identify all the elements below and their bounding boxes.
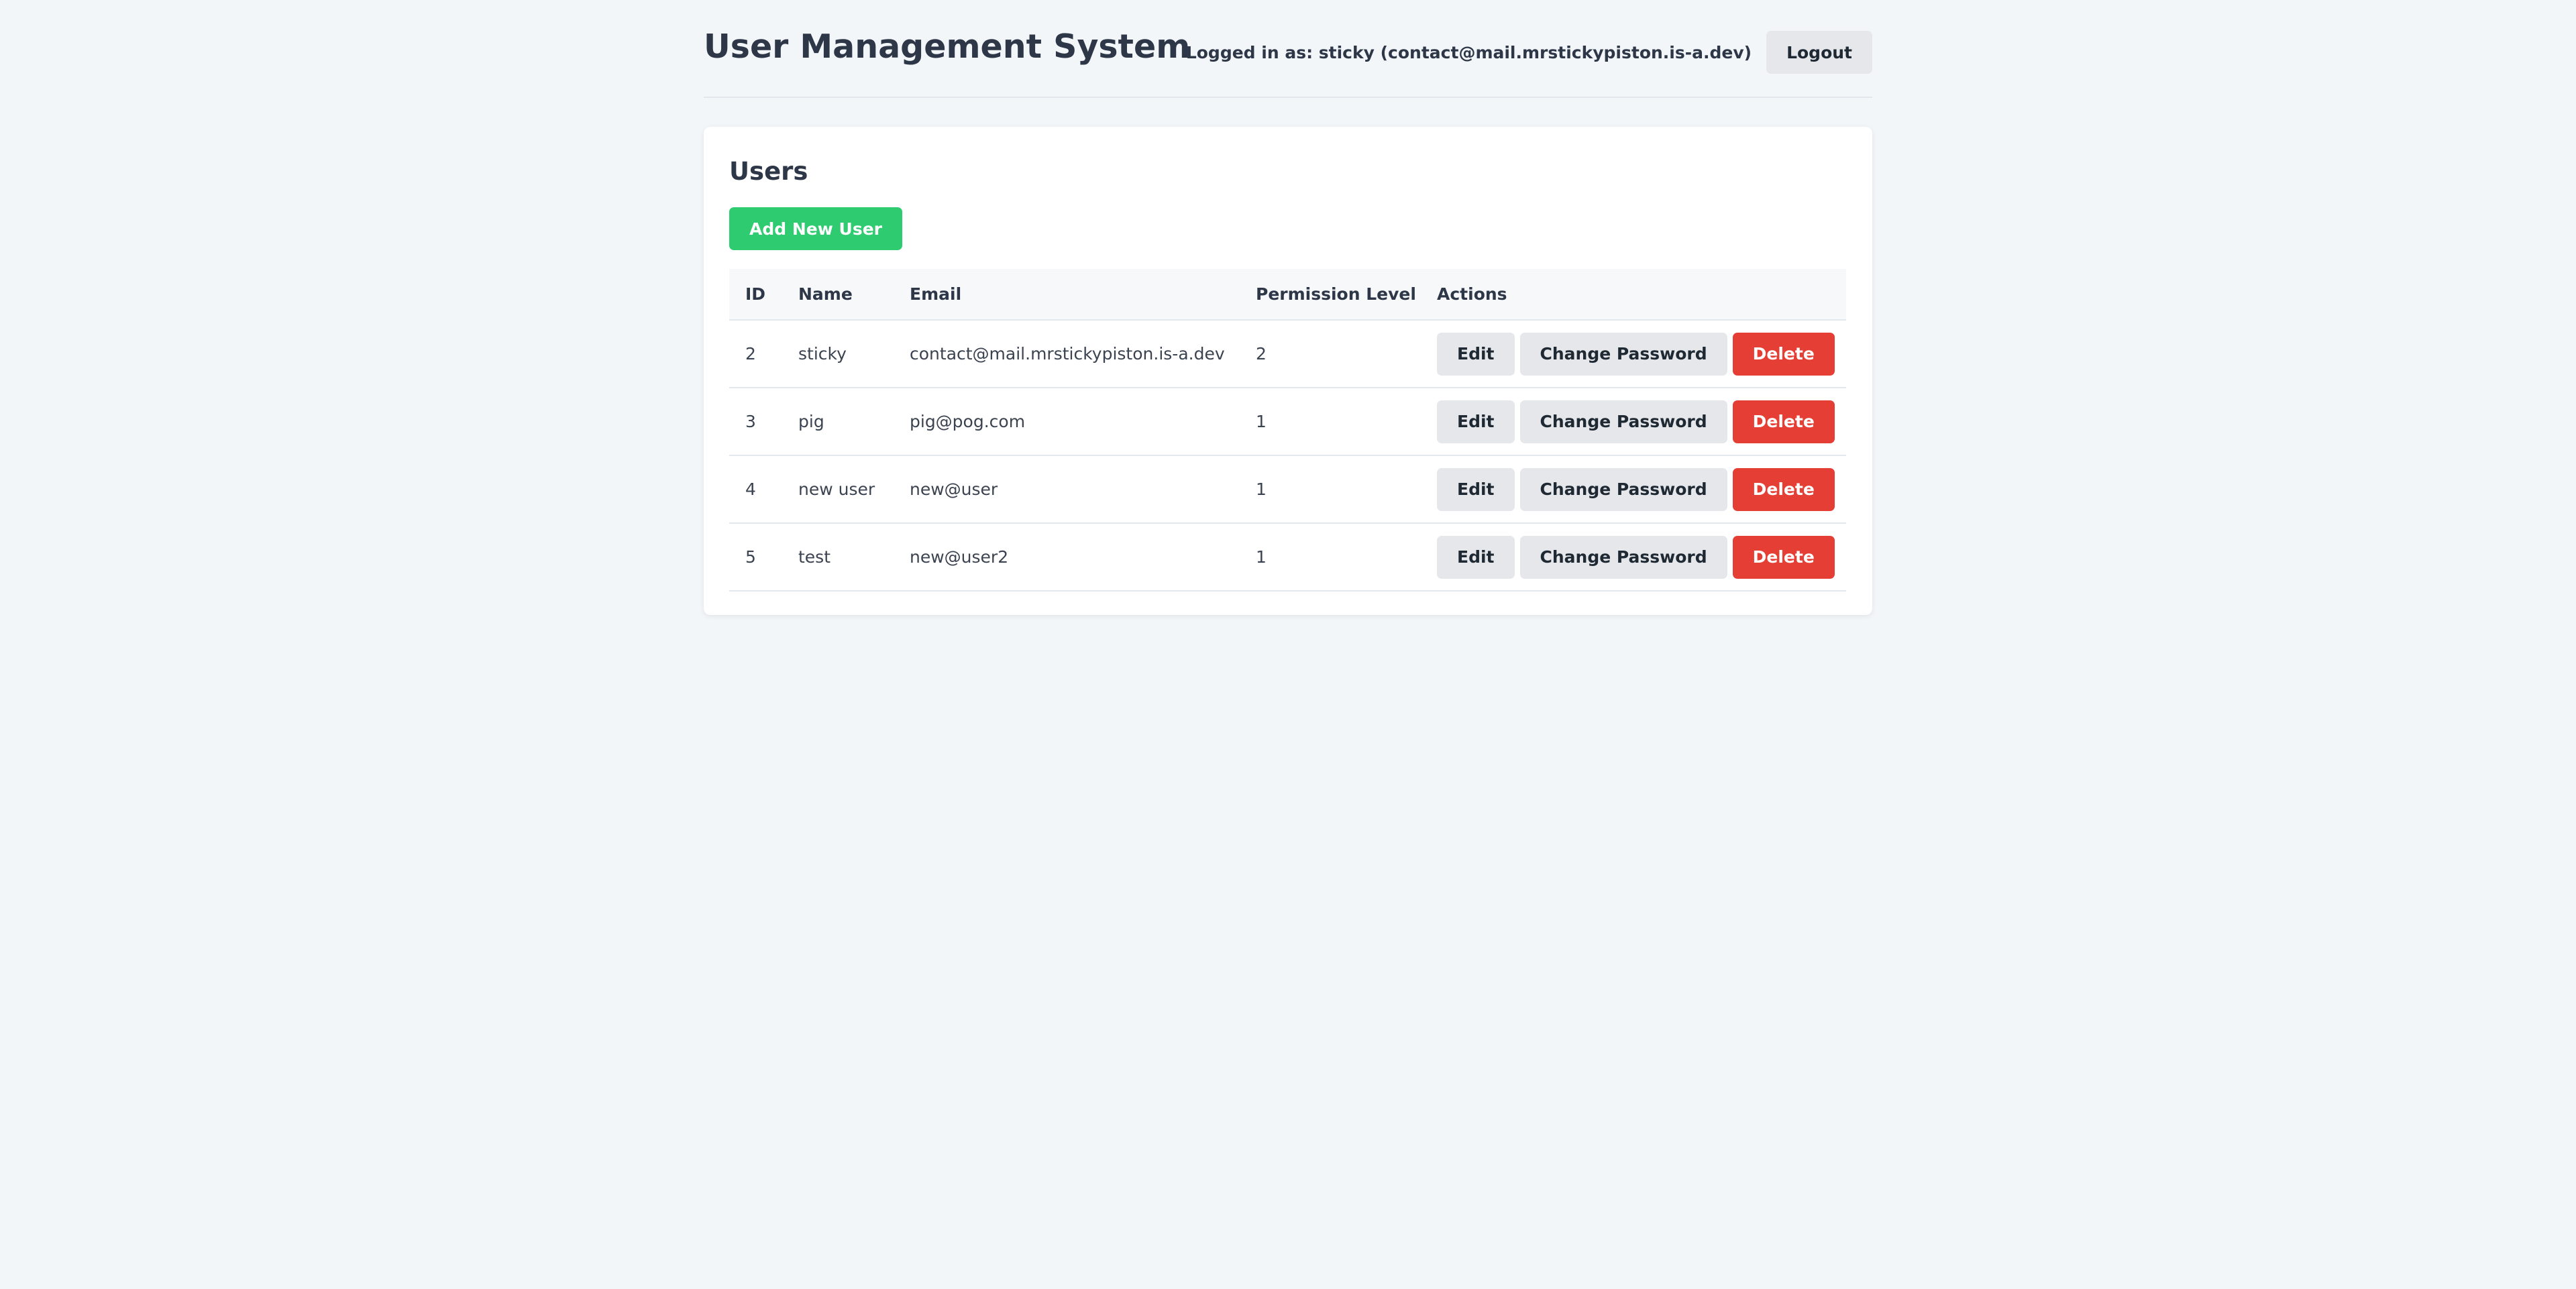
table-row: 2 sticky contact@mail.mrstickypiston.is-… — [729, 320, 1846, 388]
delete-user-button[interactable]: Delete — [1732, 535, 1835, 579]
cell-email: contact@mail.mrstickypiston.is-a.dev — [894, 320, 1240, 388]
page-header: User Management System Logged in as: sti… — [704, 0, 1872, 98]
cell-email: new@user2 — [894, 523, 1240, 592]
cell-id: 4 — [729, 455, 782, 524]
add-new-user-button[interactable]: Add New User — [729, 207, 902, 250]
user-area: Logged in as: sticky (contact@mail.mrsti… — [1186, 31, 1872, 74]
cell-permission-level: 1 — [1240, 388, 1421, 456]
cell-permission-level: 1 — [1240, 455, 1421, 524]
cell-name: test — [782, 523, 894, 592]
cell-actions: Edit Change Password Delete — [1421, 523, 1846, 592]
app-title: User Management System — [704, 27, 1191, 66]
cell-permission-level: 1 — [1240, 523, 1421, 592]
column-header-permission-level: Permission Level — [1240, 269, 1421, 321]
row-actions: Edit Change Password Delete — [1437, 400, 1846, 443]
cell-actions: Edit Change Password Delete — [1421, 455, 1846, 524]
change-password-button[interactable]: Change Password — [1519, 332, 1727, 376]
edit-user-button[interactable]: Edit — [1437, 332, 1515, 376]
cell-name: new user — [782, 455, 894, 524]
edit-user-button[interactable]: Edit — [1437, 467, 1515, 511]
cell-actions: Edit Change Password Delete — [1421, 388, 1846, 456]
delete-user-button[interactable]: Delete — [1732, 467, 1835, 511]
users-section-title: Users — [729, 157, 808, 186]
cell-name: sticky — [782, 320, 894, 388]
row-actions: Edit Change Password Delete — [1437, 467, 1846, 511]
delete-user-button[interactable]: Delete — [1732, 400, 1835, 443]
edit-user-button[interactable]: Edit — [1437, 535, 1515, 579]
cell-id: 2 — [729, 320, 782, 388]
table-row: 3 pig pig@pog.com 1 Edit Change Password… — [729, 388, 1846, 456]
cell-id: 3 — [729, 388, 782, 456]
column-header-actions: Actions — [1421, 269, 1846, 321]
column-header-id: ID — [729, 269, 782, 321]
cell-email: new@user — [894, 455, 1240, 524]
table-row: 5 test new@user2 1 Edit Change Password … — [729, 523, 1846, 592]
users-table-body: 2 sticky contact@mail.mrstickypiston.is-… — [729, 320, 1846, 592]
delete-user-button[interactable]: Delete — [1732, 332, 1835, 376]
column-header-name: Name — [782, 269, 894, 321]
users-table-header: ID Name Email Permission Level Actions — [729, 269, 1846, 321]
users-table: ID Name Email Permission Level Actions 2… — [729, 269, 1846, 592]
logout-button[interactable]: Logout — [1766, 31, 1872, 74]
row-actions: Edit Change Password Delete — [1437, 535, 1846, 579]
change-password-button[interactable]: Change Password — [1519, 400, 1727, 443]
cell-permission-level: 2 — [1240, 320, 1421, 388]
users-card: Users Add New User ID Name Email Permiss… — [704, 127, 1872, 615]
column-header-email: Email — [894, 269, 1240, 321]
table-row: 4 new user new@user 1 Edit Change Passwo… — [729, 455, 1846, 524]
header-row: ID Name Email Permission Level Actions — [729, 269, 1846, 321]
change-password-button[interactable]: Change Password — [1519, 467, 1727, 511]
change-password-button[interactable]: Change Password — [1519, 535, 1727, 579]
app-container: User Management System Logged in as: sti… — [704, 0, 1872, 615]
cell-name: pig — [782, 388, 894, 456]
cell-actions: Edit Change Password Delete — [1421, 320, 1846, 388]
logged-in-status: Logged in as: sticky (contact@mail.mrsti… — [1185, 42, 1752, 62]
edit-user-button[interactable]: Edit — [1437, 400, 1515, 443]
cell-id: 5 — [729, 523, 782, 592]
row-actions: Edit Change Password Delete — [1437, 332, 1846, 376]
cell-email: pig@pog.com — [894, 388, 1240, 456]
